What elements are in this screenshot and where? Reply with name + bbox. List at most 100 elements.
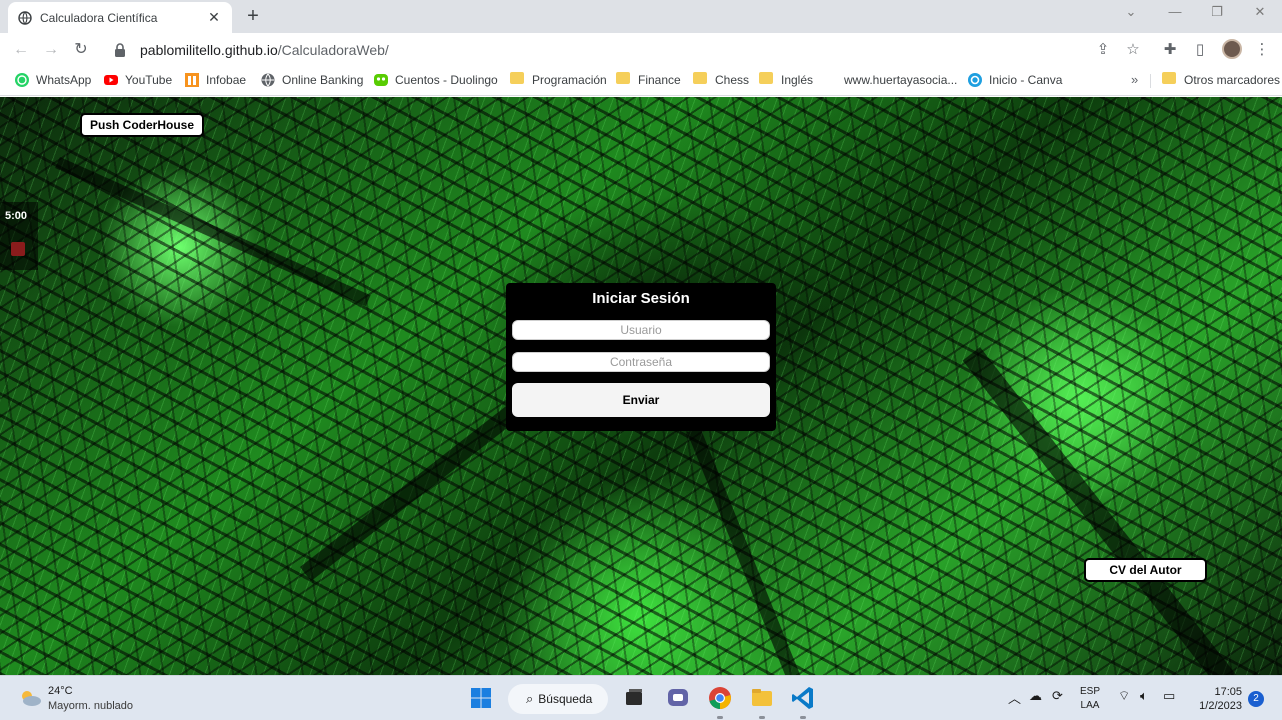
close-window-button[interactable]: ✕ xyxy=(1247,4,1273,20)
bookmarks-separator xyxy=(1150,74,1151,88)
url-host: pablomilitello.github.io xyxy=(140,42,278,58)
search-icon: ⌕ xyxy=(526,691,534,706)
share-icon[interactable]: ⇪ xyxy=(1093,40,1113,60)
tab-strip: Calculadora Científica ✕ + ⌄ — ❐ ✕ xyxy=(0,0,1282,33)
tray-chevron-icon[interactable]: ︿ xyxy=(1008,688,1021,707)
cv-author-button[interactable]: CV del Autor xyxy=(1084,558,1207,582)
browser-toolbar: ← → ↻ pablomilitello.github.io/Calculado… xyxy=(0,33,1282,66)
cloudy-weather-icon[interactable] xyxy=(18,688,42,708)
matrix-background: Push CoderHouse 5:00 Iniciar Sesión Envi… xyxy=(0,97,1282,675)
profile-avatar[interactable] xyxy=(1222,39,1242,59)
new-tab-button[interactable]: + xyxy=(242,5,264,27)
url-text: pablomilitello.github.io/CalculadoraWeb/ xyxy=(140,42,389,58)
bookmark-label: Finance xyxy=(638,73,681,87)
bookmark-label: Otros marcadores xyxy=(1184,73,1281,87)
bookmark-online-banking[interactable]: Online Banking xyxy=(260,72,363,88)
task-view-icon[interactable] xyxy=(620,684,648,712)
file-explorer-icon[interactable] xyxy=(748,684,776,712)
maximize-button[interactable]: ❐ xyxy=(1204,4,1230,20)
globe-icon xyxy=(261,73,275,87)
menu-kebab-icon[interactable]: ⋮ xyxy=(1252,40,1272,60)
canva-icon xyxy=(968,73,982,87)
bookmark-infobae[interactable]: Infobae xyxy=(184,72,246,88)
windows-start-icon[interactable] xyxy=(467,684,495,712)
clock-date: 1/2/2023 xyxy=(1199,700,1242,712)
login-title: Iniciar Sesión xyxy=(592,290,690,307)
explorer-active-indicator xyxy=(759,716,765,719)
folder-icon xyxy=(1162,72,1178,88)
battery-icon[interactable]: ▭ xyxy=(1163,688,1175,704)
bookmark-folder-chess[interactable]: Chess xyxy=(693,72,749,88)
lang-line1: ESP xyxy=(1080,686,1101,697)
bookmark-folder-ingles[interactable]: Inglés xyxy=(759,72,813,88)
infobae-icon xyxy=(185,73,199,87)
stop-icon[interactable] xyxy=(11,242,25,256)
bookmark-folder-programacion[interactable]: Programación xyxy=(510,72,607,88)
submit-button[interactable]: Enviar xyxy=(512,383,770,417)
weather-description[interactable]: Mayorm. nublado xyxy=(48,700,133,712)
username-input[interactable] xyxy=(512,320,770,340)
lock-icon xyxy=(115,43,125,57)
input-language[interactable]: ESP LAA xyxy=(1080,685,1100,713)
duolingo-icon xyxy=(374,74,388,86)
bookmark-folder-finance[interactable]: Finance xyxy=(616,72,681,88)
url-path: /CalculadoraWeb/ xyxy=(277,42,389,58)
bookmark-label: Inicio - Canva xyxy=(989,73,1063,87)
whatsapp-icon xyxy=(15,73,29,87)
bookmark-folder-otros[interactable]: Otros marcadores xyxy=(1162,72,1280,88)
tab-title: Calculadora Científica xyxy=(40,10,158,25)
sync-icon[interactable]: ⟳ xyxy=(1052,688,1063,704)
tab-close-icon[interactable]: ✕ xyxy=(206,9,222,26)
back-button[interactable]: ← xyxy=(10,39,32,61)
bookmark-huertayasocia[interactable]: www.huertayasocia... xyxy=(828,72,957,88)
bookmark-star-icon[interactable]: ☆ xyxy=(1123,40,1143,60)
bookmark-label: WhatsApp xyxy=(36,73,92,87)
bookmark-label: Online Banking xyxy=(282,73,364,87)
bookmark-label: YouTube xyxy=(125,73,173,87)
vscode-active-indicator xyxy=(800,716,806,719)
notification-badge[interactable]: 2 xyxy=(1248,691,1264,707)
wifi-icon[interactable]: ⌔ xyxy=(1118,688,1130,704)
onedrive-cloud-icon[interactable]: ☁ xyxy=(1029,688,1042,704)
password-input[interactable] xyxy=(512,352,770,372)
bookmark-label: Inglés xyxy=(781,73,814,87)
taskbar-search-label: Búsqueda xyxy=(538,692,593,706)
bookmark-label: Programación xyxy=(532,73,607,87)
tab-search-icon[interactable]: ⌄ xyxy=(1118,4,1144,20)
vscode-icon[interactable] xyxy=(789,684,817,712)
windows-taskbar: 24°C Mayorm. nublado ⌕ Búsqueda ︿ ☁ ⟳ ES… xyxy=(0,675,1282,720)
bookmark-youtube[interactable]: YouTube xyxy=(103,72,172,88)
clock-time: 17:05 xyxy=(1214,686,1242,698)
system-clock[interactable]: 17:05 1/2/2023 xyxy=(1194,685,1242,713)
bookmark-duolingo[interactable]: Cuentos - Duolingo xyxy=(373,72,498,88)
folder-icon xyxy=(759,72,775,88)
side-panel-icon[interactable]: ▯ xyxy=(1190,40,1210,60)
folder-icon xyxy=(616,72,632,88)
reload-button[interactable]: ↻ xyxy=(70,39,92,61)
background-streak xyxy=(962,347,1239,675)
address-bar[interactable]: pablomilitello.github.io/CalculadoraWeb/ xyxy=(106,36,1118,64)
bookmark-whatsapp[interactable]: WhatsApp xyxy=(14,72,91,88)
bookmark-label: Infobae xyxy=(206,73,247,87)
folder-icon xyxy=(510,72,526,88)
taskbar-search[interactable]: ⌕ Búsqueda xyxy=(508,684,608,714)
chrome-icon[interactable] xyxy=(706,684,734,712)
bookmark-label: www.huertayasocia... xyxy=(844,73,958,87)
browser-tab[interactable]: Calculadora Científica ✕ xyxy=(8,2,232,33)
minimize-button[interactable]: — xyxy=(1162,4,1188,19)
globe-icon xyxy=(18,10,32,25)
weather-temperature[interactable]: 24°C xyxy=(48,685,73,697)
chrome-active-indicator xyxy=(717,716,723,719)
bookmark-label: Cuentos - Duolingo xyxy=(395,73,498,87)
push-coderhouse-button[interactable]: Push CoderHouse xyxy=(80,113,204,137)
bookmark-canva[interactable]: Inicio - Canva xyxy=(967,72,1062,88)
timer-widget: 5:00 xyxy=(0,202,38,270)
forward-button[interactable]: → xyxy=(40,39,62,61)
login-panel: Iniciar Sesión Enviar xyxy=(506,283,776,431)
volume-icon[interactable]: 🔈︎ xyxy=(1140,688,1148,704)
bookmarks-overflow-icon[interactable]: » xyxy=(1131,72,1138,87)
teams-chat-icon[interactable] xyxy=(664,684,692,712)
extensions-icon[interactable]: ✚ xyxy=(1160,40,1180,60)
bookmarks-bar: WhatsApp YouTube Infobae Online Banking … xyxy=(0,66,1282,96)
background-streak xyxy=(687,427,813,675)
